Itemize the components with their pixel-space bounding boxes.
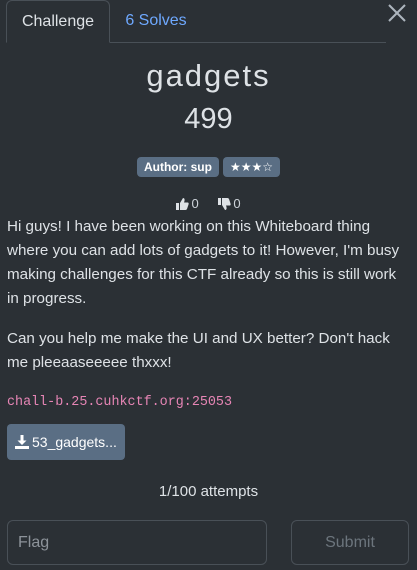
download-file-button[interactable]: 53_gadgets... [7,424,125,460]
tab-bar: Challenge 6 Solves [6,0,386,43]
flag-input[interactable] [7,520,267,565]
author-badge: Author: sup [136,157,219,177]
challenge-points: 499 [184,103,233,135]
description-paragraph: Hi guys! I have been working on this Whi… [7,218,400,307]
description-paragraph: Can you help me make the UI and UX bette… [7,330,390,371]
tab-solves[interactable]: 6 Solves [114,0,198,42]
like-count: 0 [191,196,199,211]
vote-row: 0 0 [0,196,417,211]
download-icon [15,435,29,449]
submit-button[interactable]: Submit [291,520,409,565]
dislike-button[interactable]: 0 [218,196,241,211]
challenge-name: gadgets [146,58,271,93]
like-button[interactable]: 0 [176,196,199,211]
difficulty-badge: ★★★☆ [222,157,281,177]
badge-row: Author: sup ★★★☆ [0,157,417,177]
thumbs-up-icon [176,198,190,210]
connection-info: chall-b.25.cuhkctf.org:25053 [7,395,232,410]
thumbs-down-icon [218,198,232,210]
close-icon [388,4,406,22]
file-name: 53_gadgets... [32,434,117,450]
tab-challenge[interactable]: Challenge [6,0,110,43]
dislike-count: 0 [233,196,241,211]
challenge-description: Hi guys! I have been working on this Whi… [7,215,409,375]
close-button[interactable] [387,3,407,23]
attempts-counter: 1/100 attempts [158,483,259,500]
challenge-modal: Challenge 6 Solves gadgets 499 Author: s… [0,0,417,570]
